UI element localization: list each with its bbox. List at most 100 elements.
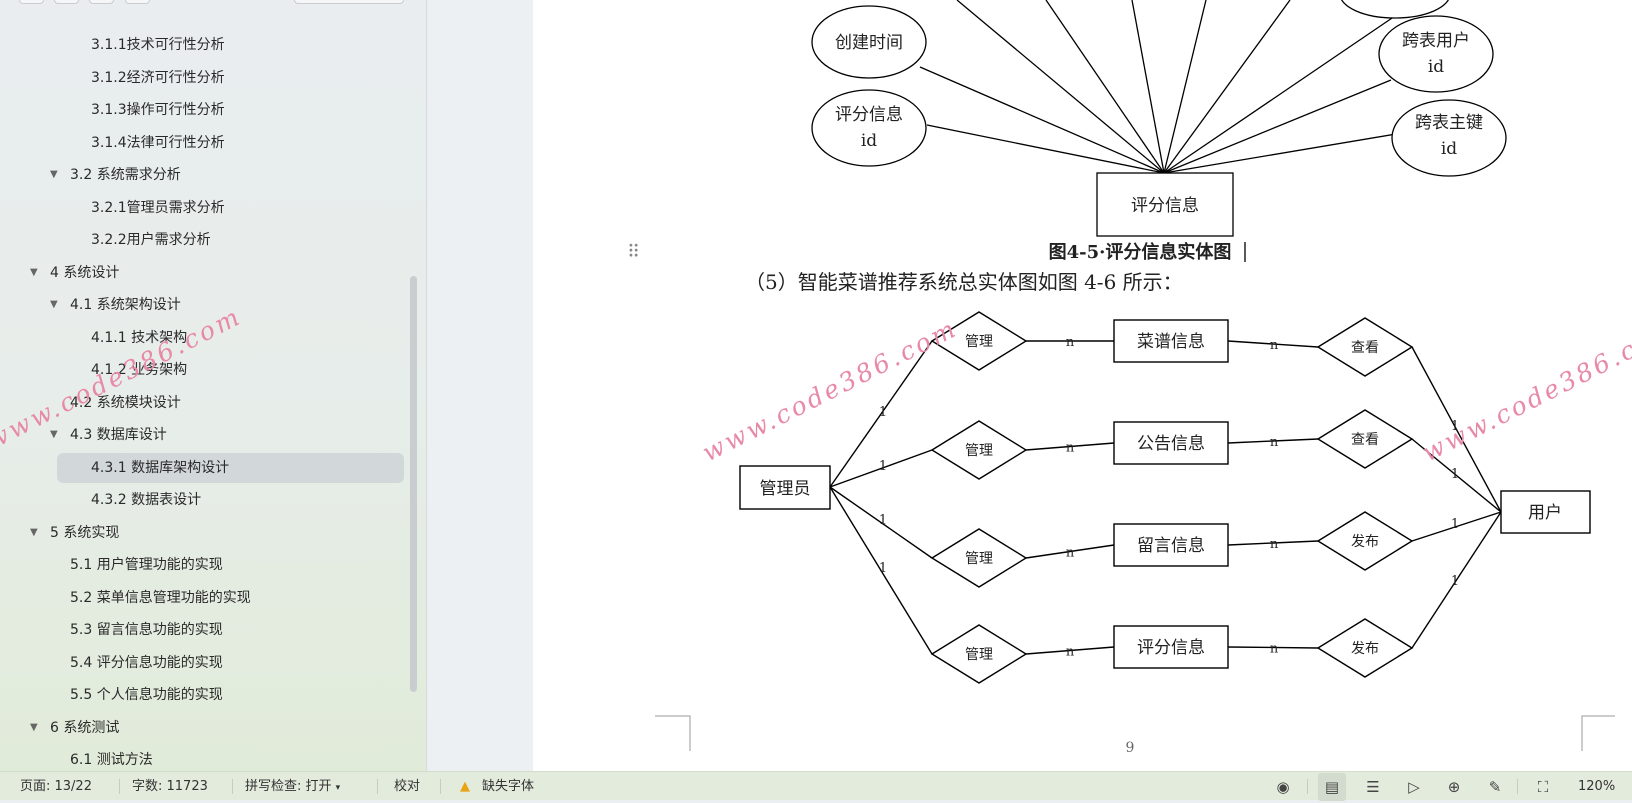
expand-arrow-icon[interactable]: ▼ (30, 258, 38, 288)
cardinality-label: n (1270, 435, 1279, 450)
relationship-label: 管理 (965, 647, 993, 663)
status-bar: 页面: 13/22 字数: 11723 拼写检查: 打开 ▾ 校对 ▲ 缺失字体… (0, 771, 1632, 801)
expand-arrow-icon[interactable]: ▼ (30, 518, 38, 548)
cardinality-label: n (1270, 338, 1279, 353)
toc-item[interactable]: ▼ 4 系统设计 (0, 258, 400, 288)
toc-item-label: 3.2.1管理员需求分析 (91, 199, 225, 216)
relationship-label: 查看 (1351, 340, 1379, 356)
attribute-label: 创建时间 (835, 33, 903, 53)
relationship-label: 查看 (1351, 432, 1379, 448)
toc-item-label: 5.1 用户管理功能的实现 (70, 557, 223, 573)
toc-item[interactable]: 5.4 评分信息功能的实现 (0, 648, 400, 678)
cardinality-label: 1 (879, 513, 887, 528)
toc-item[interactable]: 3.1.2经济可行性分析 (0, 63, 400, 93)
sidebar-tool-button[interactable] (125, 0, 150, 4)
toc-item-label: 5.2 菜单信息管理功能的实现 (70, 589, 251, 606)
watermark: www.code386.com (0, 301, 240, 455)
entity-label: 用户 (1528, 503, 1562, 523)
fit-screen-icon[interactable]: ⛶ (1532, 776, 1554, 798)
expand-arrow-icon[interactable]: ▼ (50, 160, 58, 190)
relationship-label: 管理 (965, 551, 993, 567)
word-count[interactable]: 字数: 11723 (132, 772, 208, 801)
entity-label: 留言信息 (1137, 536, 1205, 556)
toc-item-label: 3.1.1技术可行性分析 (91, 37, 225, 53)
toc-item-label: 5.4 评分信息功能的实现 (70, 654, 223, 671)
pen-icon[interactable]: ✎ (1484, 776, 1506, 798)
attribute-label: id (861, 131, 877, 151)
missing-font-button[interactable]: 缺失字体 (482, 772, 534, 801)
toc-item[interactable]: ▼ 5 系统实现 (0, 518, 400, 548)
relationship-label: 发布 (1351, 641, 1379, 657)
play-icon[interactable]: ▷ (1403, 776, 1425, 798)
toc-item-label: 5 系统实现 (50, 524, 120, 541)
attribute-rating-id (811, 89, 927, 167)
toc-item-label: 3.1.2经济可行性分析 (91, 69, 225, 86)
relationship-label: 发布 (1351, 534, 1379, 550)
sidebar-tool-button[interactable] (19, 0, 44, 4)
toc-item-label: 3.1.3操作可行性分析 (91, 102, 225, 118)
toc-item-label: 6 系统测试 (50, 719, 120, 736)
outline-view-icon[interactable]: ☰ (1362, 776, 1384, 798)
toc-item[interactable]: 3.1.4法律可行性分析 (0, 128, 400, 158)
attribute-user-id (1378, 15, 1494, 93)
sidebar-scrollbar[interactable] (410, 276, 417, 692)
page-view-icon[interactable]: ▤ (1318, 773, 1346, 801)
toc-item[interactable]: 5.5 个人信息功能的实现 (0, 680, 400, 710)
cardinality-label: 1 (879, 459, 887, 474)
watermark: www.code386.com (1418, 313, 1632, 467)
toc-item[interactable]: 3.2.2用户需求分析 (0, 225, 400, 255)
cardinality-label: n (1066, 546, 1075, 561)
cardinality-label: n (1066, 335, 1075, 350)
toc-item[interactable]: 3.1.3操作可行性分析 (0, 95, 400, 125)
document-margin (428, 0, 533, 771)
toc-item[interactable]: 3.2.1管理员需求分析 (0, 193, 400, 223)
entity-label: 公告信息 (1137, 434, 1205, 454)
sidebar-tool-button[interactable] (89, 0, 114, 4)
toc-item-label: 5.3 留言信息功能的实现 (70, 622, 223, 638)
cardinality-label: 1 (1451, 574, 1459, 589)
toc-item[interactable]: 5.1 用户管理功能的实现 (0, 550, 400, 580)
attribute-label: 跨表用户 (1402, 31, 1470, 51)
page-count[interactable]: 页面: 13/22 (20, 772, 92, 801)
entity-label: 评分信息 (1137, 638, 1205, 658)
cardinality-label: 1 (1451, 467, 1459, 482)
expand-arrow-icon[interactable]: ▼ (30, 713, 38, 743)
page-number: 9 (1126, 740, 1135, 756)
toc-item-label: 5.5 个人信息功能的实现 (70, 687, 223, 703)
body-paragraph: （5）智能菜谱推荐系统总实体图如图 4-6 所示： (745, 270, 1183, 294)
attribute-label: id (1441, 139, 1457, 159)
cardinality-label: n (1270, 642, 1279, 657)
toc-item[interactable]: 5.2 菜单信息管理功能的实现 (0, 583, 400, 613)
toc-item-label: 4 系统设计 (50, 264, 120, 281)
entity-label: 菜谱信息 (1137, 332, 1205, 352)
document-page[interactable]: 创建时间 评分信息 id 跨表用户 id 跨表主键 id 评分信息 图4-5·评… (533, 0, 1632, 771)
entity-label: 管理员 (760, 479, 811, 499)
drag-handle-icon[interactable]: ⠿ (627, 242, 640, 263)
chevron-down-icon: ▾ (335, 783, 341, 793)
toc-item[interactable]: ▼ 6 系统测试 (0, 713, 400, 743)
spell-check-label: 拼写检查: 打开 (245, 779, 332, 794)
attribute-label: 评分信息 (835, 105, 903, 125)
toc-item-label: 3.2 系统需求分析 (70, 167, 181, 183)
eye-icon[interactable]: ◉ (1272, 776, 1294, 798)
zoom-level[interactable]: 120% (1578, 772, 1615, 801)
toc-search-box[interactable] (294, 0, 404, 4)
spell-check-toggle[interactable]: 拼写检查: 打开 ▾ (245, 772, 340, 801)
entity-label: 评分信息 (1131, 196, 1199, 216)
proofread-button[interactable]: 校对 (394, 772, 420, 801)
cardinality-label: 1 (1451, 517, 1459, 532)
attribute-fk-id (1391, 99, 1507, 177)
toc-item[interactable]: 5.3 留言信息功能的实现 (0, 615, 400, 645)
globe-icon[interactable]: ⊕ (1443, 776, 1465, 798)
cardinality-label: 1 (879, 405, 887, 420)
watermark: www.code386.com (698, 313, 963, 467)
page-corner-marks (655, 715, 1615, 751)
toc-item[interactable]: ▼ 3.2 系统需求分析 (0, 160, 400, 190)
toc-item[interactable]: 3.1.1技术可行性分析 (0, 30, 400, 60)
sidebar-tool-button[interactable] (54, 0, 79, 4)
attribute-label: 跨表主键 (1415, 113, 1483, 133)
fig45-connectors (919, 0, 1403, 174)
cardinality-label: n (1066, 441, 1075, 456)
toc-item-label: 3.2.2用户需求分析 (91, 232, 211, 248)
attribute-label: id (1428, 57, 1444, 77)
